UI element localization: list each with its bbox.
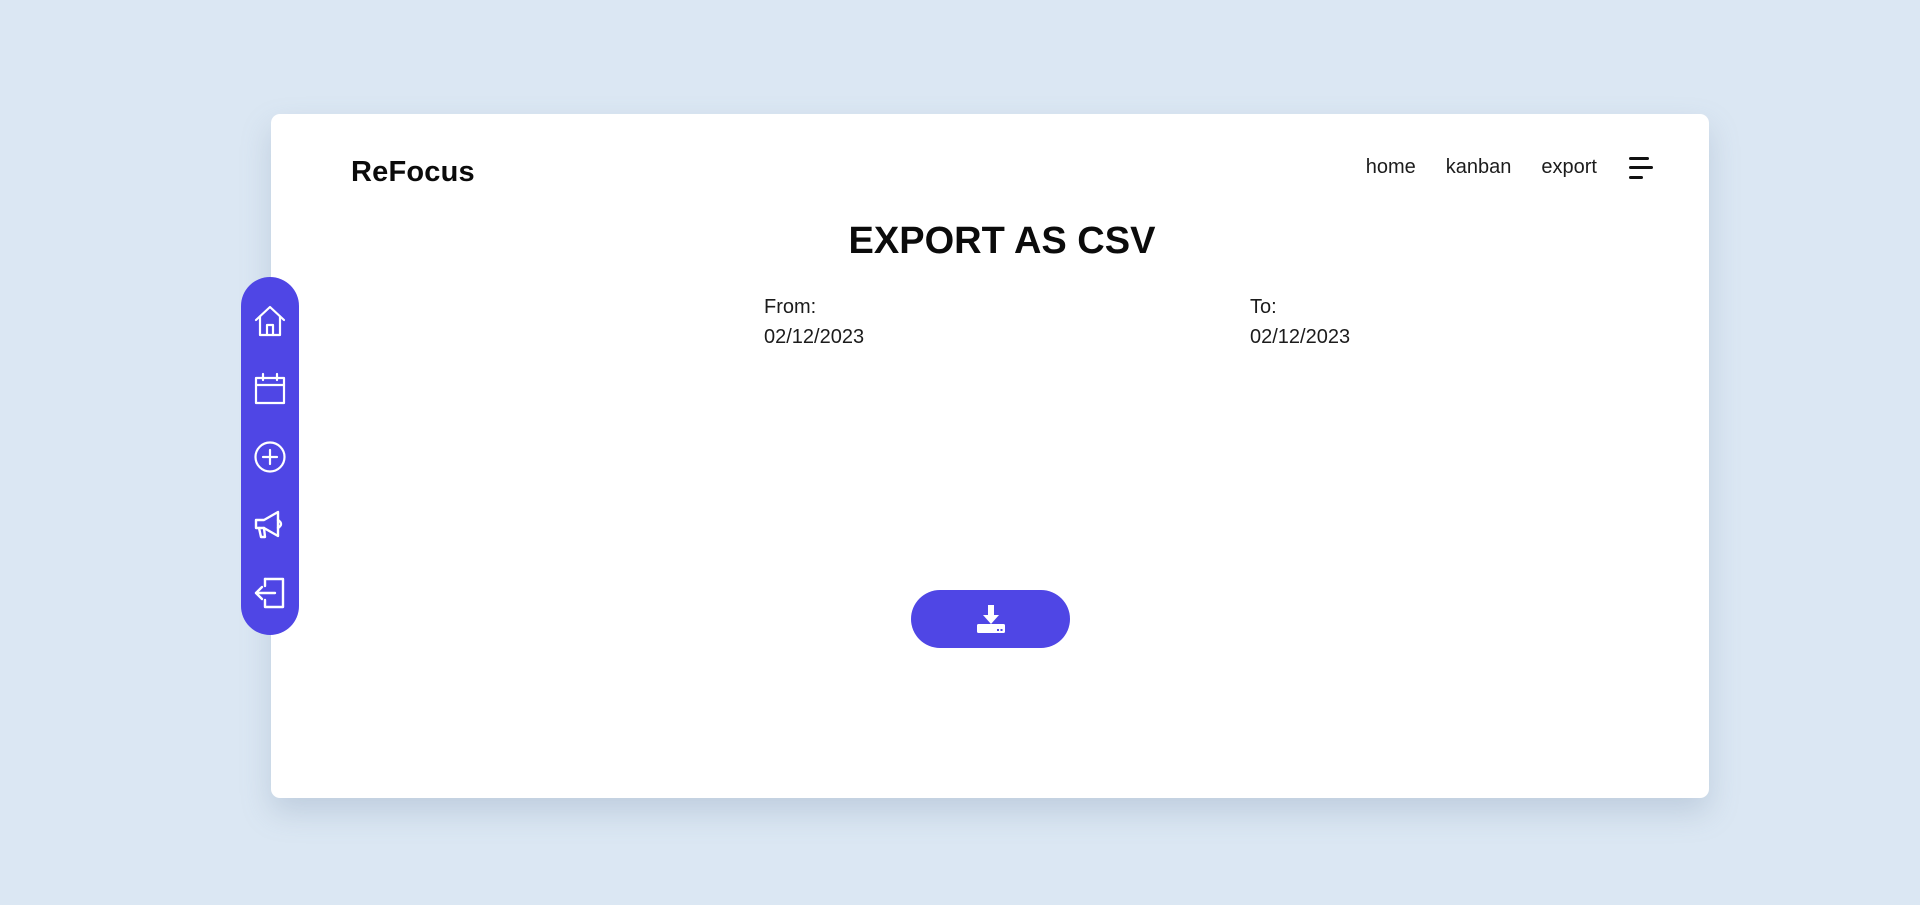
- nav-link-kanban[interactable]: kanban: [1446, 156, 1512, 179]
- to-date-group: To: 02/12/2023: [1250, 292, 1350, 352]
- calendar-icon: [254, 372, 286, 405]
- to-label: To:: [1250, 296, 1277, 318]
- main-card: ReFocus home kanban export EXPORT AS CSV…: [271, 114, 1709, 798]
- from-date-input[interactable]: 02/12/2023: [764, 322, 864, 352]
- sidebar: [241, 277, 299, 635]
- download-icon: [976, 605, 1005, 633]
- sidebar-item-logout[interactable]: [251, 574, 289, 612]
- menu-icon[interactable]: [1629, 156, 1653, 179]
- from-label: From:: [764, 296, 817, 318]
- sidebar-item-announcements[interactable]: [251, 506, 289, 544]
- nav-link-home[interactable]: home: [1366, 156, 1416, 179]
- megaphone-icon: [254, 510, 283, 539]
- page-title: EXPORT AS CSV: [848, 220, 1156, 262]
- sidebar-item-add[interactable]: [251, 438, 289, 476]
- from-date-group: From: 02/12/2023: [764, 292, 864, 352]
- brand-logo[interactable]: ReFocus: [351, 156, 475, 189]
- download-button[interactable]: [911, 590, 1070, 648]
- sidebar-item-calendar[interactable]: [251, 370, 289, 408]
- home-icon: [254, 305, 286, 337]
- top-nav: home kanban export: [1366, 156, 1653, 179]
- to-date-input[interactable]: 02/12/2023: [1250, 322, 1350, 352]
- nav-link-export[interactable]: export: [1541, 156, 1597, 179]
- logout-icon: [254, 577, 285, 609]
- add-circle-icon: [254, 441, 286, 473]
- sidebar-item-home[interactable]: [251, 302, 289, 340]
